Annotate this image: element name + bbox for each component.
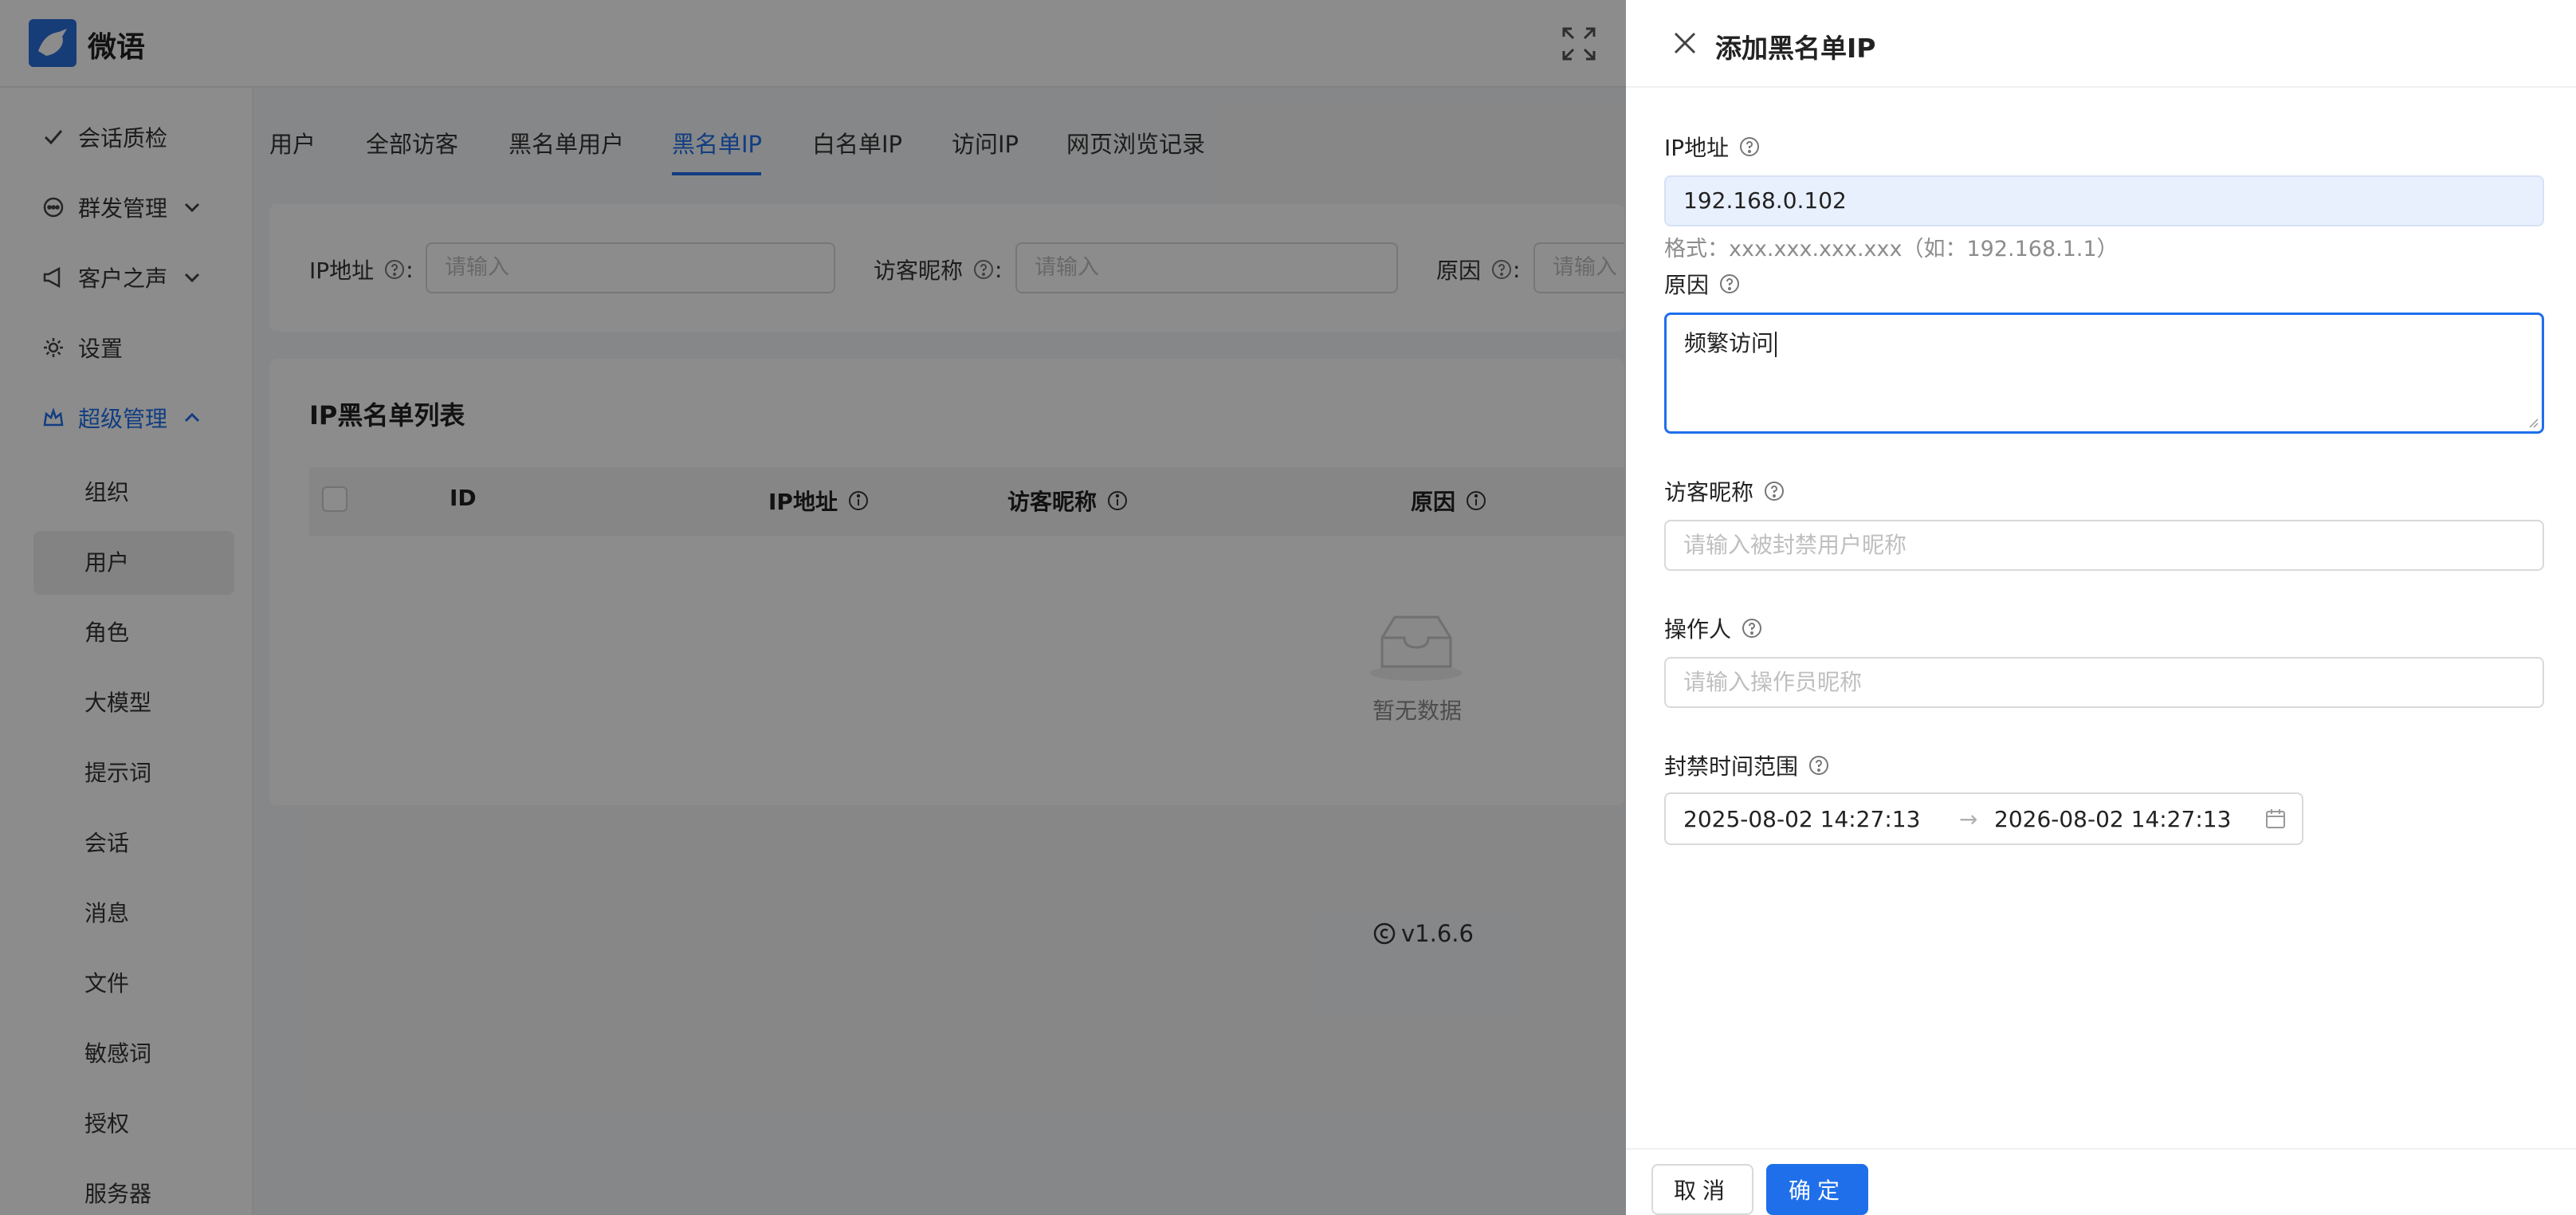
cancel-button[interactable]: 取消	[1651, 1164, 1753, 1215]
time-range-field-label: 封禁时间范围	[1664, 749, 1830, 781]
time-range-picker[interactable]: 2025-08-02 14:27:13 → 2026-08-02 14:27:1…	[1664, 792, 2303, 845]
help-icon	[1720, 274, 1740, 293]
help-icon	[1765, 482, 1785, 501]
operator-label-text: 操作人	[1664, 616, 1732, 643]
time-range-label-text: 封禁时间范围	[1664, 753, 1799, 780]
reason-text: 频繁访问	[1684, 330, 1774, 356]
drawer-header: 添加黑名单IP	[1626, 0, 2576, 88]
text-caret	[1775, 332, 1777, 357]
ip-input[interactable]: 192.168.0.102	[1664, 175, 2544, 226]
operator-field-label: 操作人	[1664, 612, 1763, 644]
help-icon	[1740, 137, 1760, 156]
ip-format-hint: 格式：xxx.xxx.xxx.xxx（如：192.168.1.1）	[1664, 237, 2119, 261]
close-icon[interactable]	[1669, 27, 1701, 59]
nickname-input[interactable]: 请输入被封禁用户昵称	[1664, 520, 2544, 571]
help-icon	[1742, 619, 1762, 638]
calendar-icon[interactable]	[2264, 807, 2287, 831]
operator-input[interactable]: 请输入操作员昵称	[1664, 657, 2544, 708]
reason-textarea[interactable]: 频繁访问	[1664, 313, 2544, 434]
reason-field-label: 原因	[1664, 268, 1741, 300]
range-arrow: →	[1959, 806, 1978, 832]
range-end-input[interactable]: 2026-08-02 14:27:13	[1994, 806, 2231, 832]
add-blacklist-ip-drawer: 添加黑名单IP IP地址 192.168.0.102 格式：xxx.xxx.xx…	[1626, 0, 2576, 1215]
reason-label-text: 原因	[1664, 272, 1710, 298]
resize-handle-icon[interactable]	[2526, 415, 2539, 428]
range-start-input[interactable]: 2025-08-02 14:27:13	[1683, 806, 1920, 832]
confirm-button[interactable]: 确定	[1766, 1164, 1868, 1215]
ip-label-text: IP地址	[1664, 135, 1730, 161]
ip-field-label: IP地址	[1664, 131, 1761, 163]
nickname-field-label: 访客昵称	[1664, 475, 1785, 507]
drawer-title: 添加黑名单IP	[1715, 33, 1876, 64]
help-icon	[1809, 756, 1829, 775]
nickname-label-text: 访客昵称	[1664, 479, 1754, 505]
